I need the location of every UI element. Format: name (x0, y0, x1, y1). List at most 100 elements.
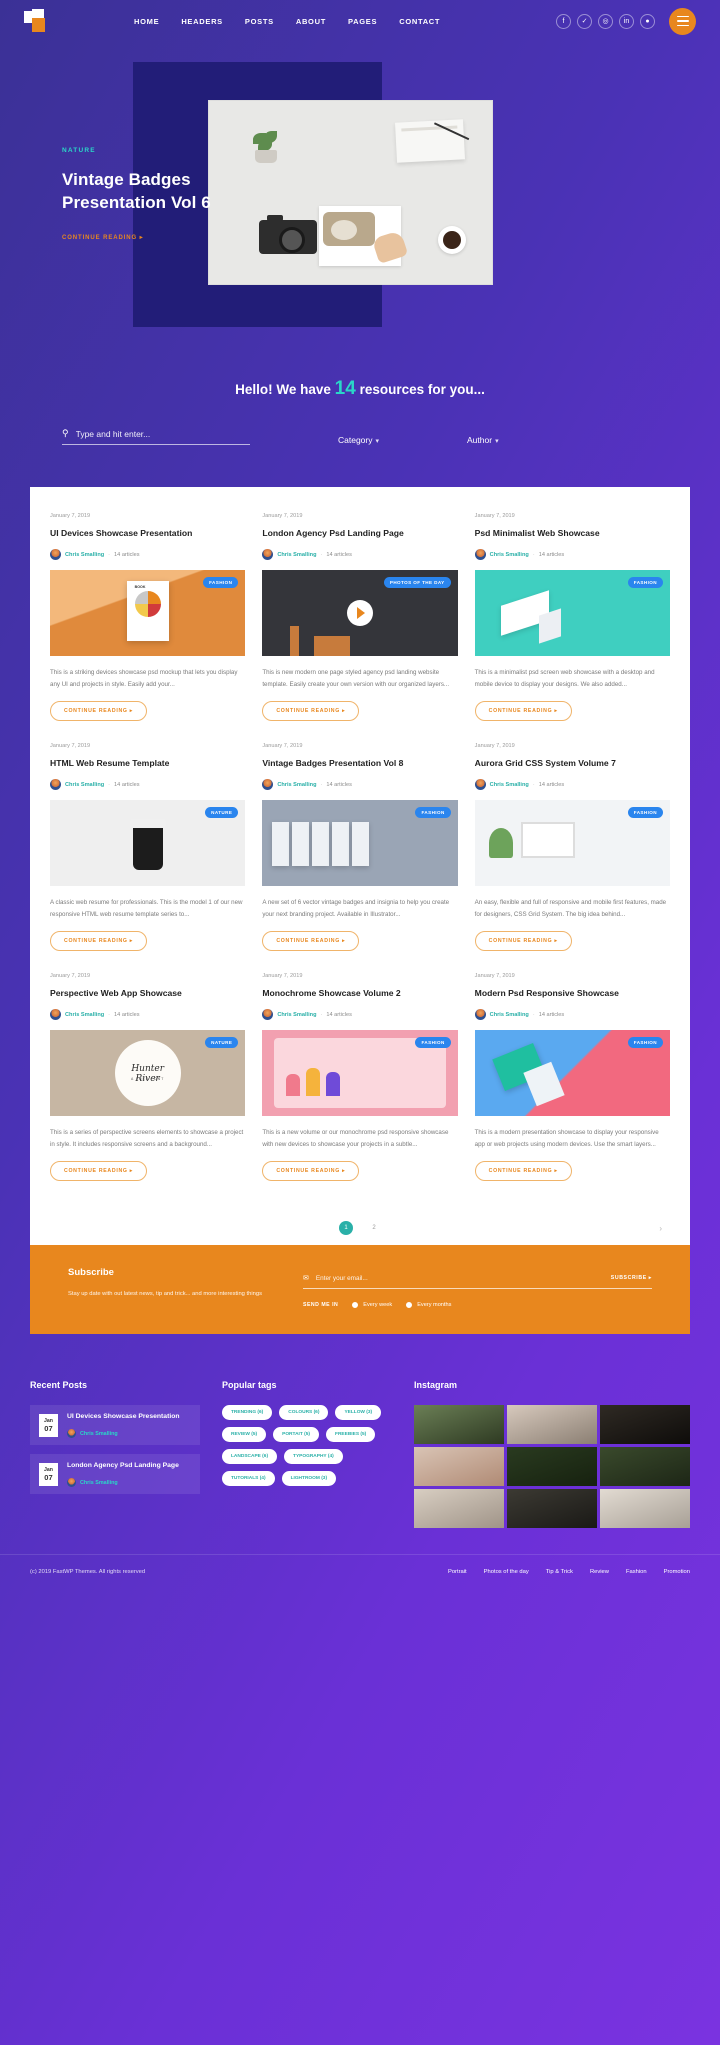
post-author[interactable]: Chris Smalling (490, 552, 529, 558)
pagination-page-2[interactable]: 2 (367, 1221, 381, 1235)
category-badge[interactable]: NATURE (205, 1037, 239, 1049)
post-thumbnail[interactable]: BOOK FASHION (50, 570, 246, 657)
post-card[interactable]: January 7, 2019 HTML Web Resume Template… (50, 743, 246, 952)
continue-reading-button[interactable]: CONTINUE READING ▸ (474, 1161, 572, 1182)
post-thumbnail[interactable]: FASHION (474, 570, 670, 657)
continue-reading-button[interactable]: CONTINUE READING ▸ (262, 931, 360, 952)
instagram-thumb[interactable] (414, 1447, 504, 1487)
footer-link[interactable]: Photos of the day (484, 1569, 529, 1575)
tag-pill[interactable]: TUTORIALS (4) (222, 1471, 275, 1487)
post-author[interactable]: Chris Smalling (65, 552, 104, 558)
post-thumbnail[interactable]: FASHION (474, 800, 670, 887)
post-title[interactable]: Modern Psd Responsive Showcase (475, 988, 670, 999)
post-title[interactable]: Monochrome Showcase Volume 2 (262, 988, 457, 999)
nav-item-about[interactable]: ABOUT (296, 17, 326, 26)
tag-pill[interactable]: FREEBIES (5) (326, 1427, 376, 1443)
post-thumbnail[interactable]: Hunter River A FREE FONT NATURE (50, 1030, 246, 1117)
nav-item-headers[interactable]: HEADERS (181, 17, 223, 26)
recent-post-title[interactable]: London Agency Psd Landing Page (67, 1461, 179, 1471)
tag-pill[interactable]: LIGHTROOM (3) (281, 1471, 337, 1487)
post-thumbnail[interactable]: FASHION (474, 1030, 670, 1117)
post-author[interactable]: Chris Smalling (490, 782, 529, 788)
linkedin-icon[interactable]: in (619, 13, 634, 29)
tag-pill[interactable]: LANDSCAPE (6) (222, 1449, 278, 1465)
category-badge[interactable]: FASHION (627, 807, 663, 819)
footer-link[interactable]: Portrait (448, 1569, 467, 1575)
author-filter-dropdown[interactable]: Author ▾ (467, 435, 499, 445)
post-title[interactable]: Aurora Grid CSS System Volume 7 (475, 758, 670, 769)
category-badge[interactable]: PHOTOS OF THE DAY (383, 577, 451, 589)
nav-item-home[interactable]: HOME (134, 17, 159, 26)
continue-reading-button[interactable]: CONTINUE READING ▸ (50, 1161, 148, 1182)
tag-pill[interactable]: PORTAIT (5) (273, 1427, 320, 1443)
subscribe-email-input[interactable] (315, 1274, 604, 1282)
frequency-option-every-week[interactable]: Every week (352, 1302, 392, 1309)
hamburger-menu-icon[interactable] (669, 7, 696, 35)
hero-continue-reading-link[interactable]: CONTINUE READING ▸ (62, 234, 362, 241)
footer-link[interactable]: Tip & Trick (546, 1569, 573, 1575)
pagination-page-1[interactable]: 1 (339, 1221, 353, 1236)
category-badge[interactable]: FASHION (415, 807, 451, 819)
category-badge[interactable]: NATURE (205, 807, 239, 819)
post-card[interactable]: January 7, 2019 Aurora Grid CSS System V… (474, 743, 670, 952)
post-card[interactable]: January 7, 2019 Vintage Badges Presentat… (262, 743, 458, 952)
category-badge[interactable]: FASHION (627, 577, 663, 589)
post-title[interactable]: UI Devices Showcase Presentation (50, 528, 245, 539)
continue-reading-button[interactable]: CONTINUE READING ▸ (50, 931, 148, 952)
category-badge[interactable]: FASHION (203, 577, 239, 589)
post-author[interactable]: Chris Smalling (277, 782, 316, 788)
continue-reading-button[interactable]: CONTINUE READING ▸ (262, 701, 360, 722)
continue-reading-button[interactable]: CONTINUE READING ▸ (262, 1161, 360, 1182)
footer-link[interactable]: Review (590, 1569, 609, 1575)
recent-post-author[interactable]: Chris Smalling (80, 1480, 118, 1486)
footer-link[interactable]: Fashion (626, 1569, 647, 1575)
instagram-thumb[interactable] (600, 1405, 690, 1445)
post-card[interactable]: January 7, 2019 Psd Minimalist Web Showc… (474, 513, 670, 722)
instagram-thumb[interactable] (414, 1489, 504, 1529)
nav-item-pages[interactable]: PAGES (348, 17, 377, 26)
instagram-thumb[interactable] (507, 1405, 597, 1445)
post-author[interactable]: Chris Smalling (277, 552, 316, 558)
instagram-thumb[interactable] (507, 1447, 597, 1487)
category-badge[interactable]: FASHION (627, 1037, 663, 1049)
search-box[interactable]: ⚲ (62, 428, 250, 445)
post-title[interactable]: Perspective Web App Showcase (50, 988, 245, 999)
subscribe-submit-button[interactable]: SUBSCRIBE ▸ (611, 1275, 652, 1281)
post-card[interactable]: January 7, 2019 Perspective Web App Show… (50, 973, 246, 1182)
frequency-option-every-months[interactable]: Every months (406, 1302, 451, 1309)
post-card[interactable]: January 7, 2019 Modern Psd Responsive Sh… (474, 973, 670, 1182)
instagram-thumb[interactable] (600, 1489, 690, 1529)
recent-post-title[interactable]: UI Devices Showcase Presentation (67, 1412, 180, 1422)
post-card[interactable]: January 7, 2019 Monochrome Showcase Volu… (262, 973, 458, 1182)
tag-pill[interactable]: YELLOW (3) (335, 1405, 382, 1421)
tag-pill[interactable]: COLOURS (6) (279, 1405, 329, 1421)
tag-pill[interactable]: REVIEW (5) (222, 1427, 267, 1443)
post-thumbnail[interactable]: PHOTOS OF THE DAY (262, 570, 458, 657)
instagram-thumb[interactable] (600, 1447, 690, 1487)
post-author[interactable]: Chris Smalling (65, 1012, 104, 1018)
post-author[interactable]: Chris Smalling (65, 782, 104, 788)
post-thumbnail[interactable]: FASHION (262, 1030, 458, 1117)
pagination-next-icon[interactable]: › (659, 1224, 662, 1233)
tag-pill[interactable]: TRENDING (6) (222, 1405, 273, 1421)
post-title[interactable]: Vintage Badges Presentation Vol 8 (262, 758, 457, 769)
post-title[interactable]: HTML Web Resume Template (50, 758, 245, 769)
continue-reading-button[interactable]: CONTINUE READING ▸ (474, 701, 572, 722)
post-title[interactable]: London Agency Psd Landing Page (262, 528, 457, 539)
category-filter-dropdown[interactable]: Category ▾ (338, 435, 379, 445)
category-badge[interactable]: FASHION (415, 1037, 451, 1049)
hero-category[interactable]: NATURE (62, 147, 362, 154)
recent-post-item[interactable]: Jan 07 UI Devices Showcase Presentation … (30, 1405, 200, 1446)
post-title[interactable]: Psd Minimalist Web Showcase (475, 528, 670, 539)
post-card[interactable]: January 7, 2019 UI Devices Showcase Pres… (50, 513, 246, 722)
nav-item-contact[interactable]: CONTACT (399, 17, 440, 26)
nav-item-posts[interactable]: POSTS (245, 17, 274, 26)
post-card[interactable]: January 7, 2019 London Agency Psd Landin… (262, 513, 458, 722)
facebook-icon[interactable]: f (556, 13, 571, 29)
dribbble-icon[interactable]: ● (640, 13, 655, 29)
logo-icon[interactable] (24, 9, 50, 33)
instagram-icon[interactable]: ◎ (598, 13, 613, 29)
recent-post-item[interactable]: Jan 07 London Agency Psd Landing Page Ch… (30, 1454, 200, 1495)
footer-link[interactable]: Promotion (664, 1569, 690, 1575)
post-thumbnail[interactable]: FASHION (262, 800, 458, 887)
